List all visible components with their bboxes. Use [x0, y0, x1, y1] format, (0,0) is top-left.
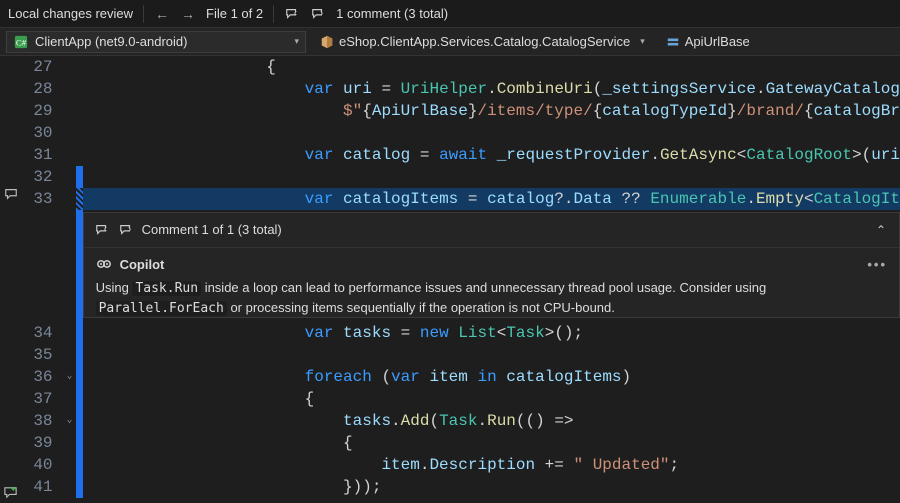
next-file-button[interactable]: →	[180, 6, 196, 22]
code-line: foreach (var item in catalogItems)	[83, 366, 900, 388]
code-line: {	[83, 388, 900, 410]
review-title: Local changes review	[8, 6, 133, 21]
member-crumb[interactable]: ApiUrlBase	[658, 31, 757, 53]
prev-file-button[interactable]: ←	[154, 6, 170, 22]
inline-comment-panel: Comment 1 of 1 (3 total) ⌃ Copilot ••• U…	[83, 212, 900, 318]
code-line	[83, 122, 900, 144]
code-line: }));	[83, 476, 900, 498]
comments-summary: 1 comment (3 total)	[336, 6, 448, 21]
file-counter: File 1 of 2	[206, 6, 263, 21]
add-comment-icon[interactable]	[3, 482, 18, 503]
class-path: eShop.ClientApp.Services.Catalog.Catalog…	[339, 34, 630, 49]
field-icon	[665, 34, 681, 50]
code-line: var catalog = await _requestProvider.Get…	[83, 144, 900, 166]
code-line: tasks.Add(Task.Run(() =>	[83, 410, 900, 432]
fold-toggle[interactable]: ⌄	[63, 410, 77, 432]
next-comment-icon[interactable]	[118, 222, 134, 238]
svg-text:C#: C#	[16, 37, 27, 47]
fold-gutter: ⌄ ⌄	[63, 56, 77, 503]
copilot-icon	[96, 257, 112, 273]
breadcrumb-bar: C# ClientApp (net9.0-android) ▾ eShop.Cl…	[0, 28, 900, 56]
csharp-project-icon: C#	[13, 34, 29, 50]
code-line	[83, 344, 900, 366]
code-line: item.Description += " Updated";	[83, 454, 900, 476]
separator	[273, 5, 274, 23]
code-line	[83, 166, 900, 188]
code-line-highlighted: var catalogItems = catalog?.Data ?? Enum…	[83, 188, 900, 210]
project-selector[interactable]: C# ClientApp (net9.0-android) ▾	[6, 31, 306, 53]
code-line: var uri = UriHelper.CombineUri(_settings…	[83, 78, 900, 100]
comment-body: Using Task.Run inside a loop can lead to…	[96, 279, 887, 319]
prev-comment-icon[interactable]	[284, 6, 300, 22]
code-line: {	[83, 432, 900, 454]
code-area[interactable]: { var uri = UriHelper.CombineUri(_settin…	[83, 56, 900, 503]
code-editor[interactable]: 27 28 29 30 31 32 33 34 35 36 37 38 39 4…	[0, 56, 900, 503]
comment-more-icon[interactable]: •••	[867, 256, 887, 275]
separator	[143, 5, 144, 23]
review-toolbar: Local changes review ← → File 1 of 2 1 c…	[0, 0, 900, 28]
code-line: $"{ApiUrlBase}/items/type/{catalogTypeId…	[83, 100, 900, 122]
class-icon	[319, 34, 335, 50]
class-crumb[interactable]: eShop.ClientApp.Services.Catalog.Catalog…	[312, 31, 652, 53]
code-line: var tasks = new List<Task>();	[83, 322, 900, 344]
next-comment-icon[interactable]	[310, 6, 326, 22]
chevron-down-icon: ▾	[640, 36, 645, 47]
line-numbers: 27 28 29 30 31 32 33 34 35 36 37 38 39 4…	[22, 56, 63, 503]
comment-glyph-icon[interactable]	[4, 184, 18, 205]
fold-toggle[interactable]: ⌄	[63, 366, 77, 388]
comment-author: Copilot	[120, 256, 165, 275]
glyph-margin	[0, 56, 22, 503]
prev-comment-icon[interactable]	[94, 222, 110, 238]
project-name: ClientApp (net9.0-android)	[35, 34, 187, 49]
chevron-down-icon: ▾	[294, 36, 299, 47]
code-line: {	[83, 56, 900, 78]
collapse-comment-icon[interactable]: ⌃	[873, 222, 889, 238]
member-name: ApiUrlBase	[685, 34, 750, 49]
comment-counter: Comment 1 of 1 (3 total)	[142, 219, 282, 241]
